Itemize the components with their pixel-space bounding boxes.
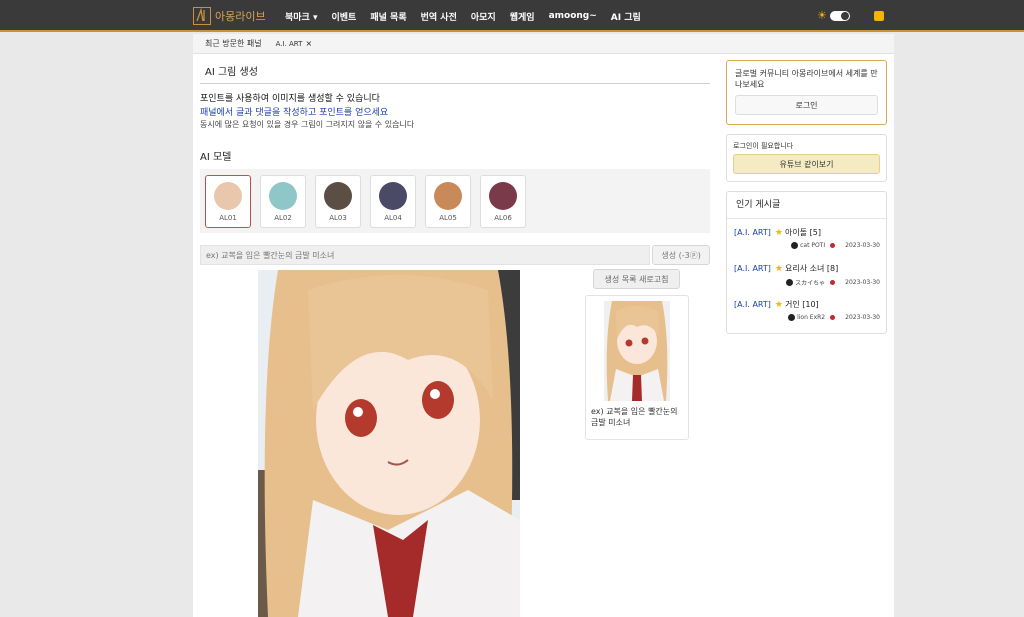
post-author: スカイちゃ xyxy=(795,280,826,287)
post-date: 2023-03-30 xyxy=(845,279,880,286)
model-label: AL04 xyxy=(384,213,402,222)
flag-icon xyxy=(830,280,836,285)
nav-bookmark[interactable]: 북마크 ▾ xyxy=(285,10,318,23)
avatar xyxy=(786,279,794,286)
avatar xyxy=(434,181,462,210)
dark-mode-toggle[interactable] xyxy=(829,10,850,21)
logo[interactable]: 아몽라이브 xyxy=(193,7,266,25)
login-message: 글로벌 커뮤니티 아몽라이브에서 세계를 만나보세요 xyxy=(735,69,878,89)
nav-amoji[interactable]: 아모지 xyxy=(471,10,496,23)
post-tag[interactable]: [A.I. ART] xyxy=(734,228,771,237)
youtube-card: 로그인이 필요합니다 유튜브 같이보기 xyxy=(726,134,887,182)
post-title[interactable]: 거인 [10] xyxy=(785,299,819,310)
history-caption: ex) 교복을 입은 빨간눈의 금발 미소녀 xyxy=(591,407,678,427)
avatar xyxy=(791,242,799,249)
avatar xyxy=(489,181,517,210)
model-card-al05[interactable]: AL05 xyxy=(425,174,471,228)
popular-posts-card: 인기 게시글 [A.I. ART] ★ 아이돌 [5] cat POTI 202… xyxy=(726,191,887,334)
post-tag[interactable]: [A.I. ART] xyxy=(734,264,771,273)
post-date: 2023-03-30 xyxy=(845,314,880,321)
avatar xyxy=(788,314,796,321)
sun-icon: ☀ xyxy=(817,9,827,22)
post-author: cat POTI xyxy=(800,242,826,249)
model-section-title: AI 모델 xyxy=(200,152,232,163)
description-earn-points-link[interactable]: 패널에서 글과 댓글을 작성하고 포인트를 얻으세요 xyxy=(200,105,710,118)
description-notice: 동시에 많은 요청이 있을 경우 그림이 그려지지 않을 수 있습니다 xyxy=(200,120,415,129)
post-title[interactable]: 아이돌 [5] xyxy=(785,227,821,238)
model-label: AL03 xyxy=(329,213,347,222)
flag-icon xyxy=(830,315,836,320)
list-item[interactable]: [A.I. ART] ★ 거인 [10] lion ExR2 2023-03-3… xyxy=(727,291,886,327)
recent-panel-tag[interactable]: A.I. ART xyxy=(276,40,303,48)
history-column: 생성 목록 새로고침 ex) 교복을 입은 빨간눈의 금발 미소녀 xyxy=(585,269,689,440)
model-card-al01[interactable]: AL01 xyxy=(205,174,251,228)
list-item[interactable]: [A.I. ART] ★ 아이돌 [5] cat POTI 2023-03-30 xyxy=(727,219,886,255)
login-required-text: 로그인이 필요합니다 xyxy=(733,142,794,150)
login-card: 글로벌 커뮤니티 아몽라이브에서 세계를 만나보세요 로그인 xyxy=(726,60,887,125)
logo-icon xyxy=(193,7,211,25)
recent-panels-label: 최근 방문한 패널 xyxy=(205,39,262,48)
avatar xyxy=(269,181,297,210)
model-label: AL05 xyxy=(439,213,457,222)
avatar xyxy=(214,181,242,210)
nav-ai-art[interactable]: AI 그림 xyxy=(611,10,641,23)
generate-button[interactable]: 생성 (-3ⓟ) xyxy=(652,245,710,265)
post-date: 2023-03-30 xyxy=(845,242,880,249)
model-card-al03[interactable]: AL03 xyxy=(315,174,361,228)
model-card-al02[interactable]: AL02 xyxy=(260,174,306,228)
main-content: AI 그림 생성 포인트를 사용하여 이미지를 생성할 수 있습니다 패널에서 … xyxy=(200,62,710,265)
right-sidebar: 글로벌 커뮤니티 아몽라이브에서 세계를 만나보세요 로그인 로그인이 필요합니… xyxy=(726,60,887,343)
post-tag[interactable]: [A.I. ART] xyxy=(734,300,771,309)
notification-icon[interactable] xyxy=(874,11,884,21)
recent-panels-bar: 최근 방문한 패널 A.I. ART × xyxy=(193,34,894,54)
close-icon[interactable]: × xyxy=(305,39,312,48)
nav-amoong[interactable]: amoong~ xyxy=(549,11,597,21)
generated-image xyxy=(258,270,520,617)
refresh-history-button[interactable]: 생성 목록 새로고침 xyxy=(593,269,680,289)
model-list: AL01 AL02 AL03 AL04 AL05 AL06 xyxy=(200,169,710,233)
post-title[interactable]: 요리사 소녀 [8] xyxy=(785,263,838,274)
model-card-al04[interactable]: AL04 xyxy=(370,174,416,228)
top-nav: 아몽라이브 북마크 ▾ 이벤트 패널 목록 번역 사전 아모지 웹게임 amoo… xyxy=(0,0,1024,32)
list-item[interactable]: [A.I. ART] ★ 요리사 소녀 [8] スカイちゃ 2023-03-30 xyxy=(727,255,886,291)
flag-icon xyxy=(830,243,836,248)
prompt-row: 생성 (-3ⓟ) xyxy=(200,245,710,265)
nav-event[interactable]: 이벤트 xyxy=(332,10,357,23)
star-icon: ★ xyxy=(774,263,783,274)
nav-webgame[interactable]: 웹게임 xyxy=(510,10,535,23)
model-label: AL01 xyxy=(219,213,237,222)
model-label: AL06 xyxy=(494,213,512,222)
history-item[interactable]: ex) 교복을 입은 빨간눈의 금발 미소녀 xyxy=(585,295,689,440)
model-card-al06[interactable]: AL06 xyxy=(480,174,526,228)
popular-posts-title: 인기 게시글 xyxy=(727,192,886,219)
star-icon: ★ xyxy=(774,299,783,310)
history-thumbnail xyxy=(604,301,670,401)
nav-menu: 북마크 ▾ 이벤트 패널 목록 번역 사전 아모지 웹게임 amoong~ AI… xyxy=(285,0,655,32)
login-button[interactable]: 로그인 xyxy=(735,95,878,115)
theme-toggle-group: ☀ xyxy=(817,10,850,21)
logo-text: 아몽라이브 xyxy=(215,10,266,23)
post-author: lion ExR2 xyxy=(797,314,826,321)
nav-panel-list[interactable]: 패널 목록 xyxy=(370,10,406,23)
model-label: AL02 xyxy=(274,213,292,222)
avatar xyxy=(324,181,352,210)
nav-translation-dictionary[interactable]: 번역 사전 xyxy=(421,10,457,23)
star-icon: ★ xyxy=(774,227,783,238)
description-points: 포인트를 사용하여 이미지를 생성할 수 있습니다 xyxy=(200,94,380,104)
prompt-input[interactable] xyxy=(200,245,651,265)
avatar xyxy=(379,181,407,210)
youtube-watch-together-button[interactable]: 유튜브 같이보기 xyxy=(733,154,880,174)
page-container: 최근 방문한 패널 A.I. ART × AI 그림 생성 포인트를 사용하여 … xyxy=(193,34,894,617)
page-title: AI 그림 생성 xyxy=(200,62,710,84)
